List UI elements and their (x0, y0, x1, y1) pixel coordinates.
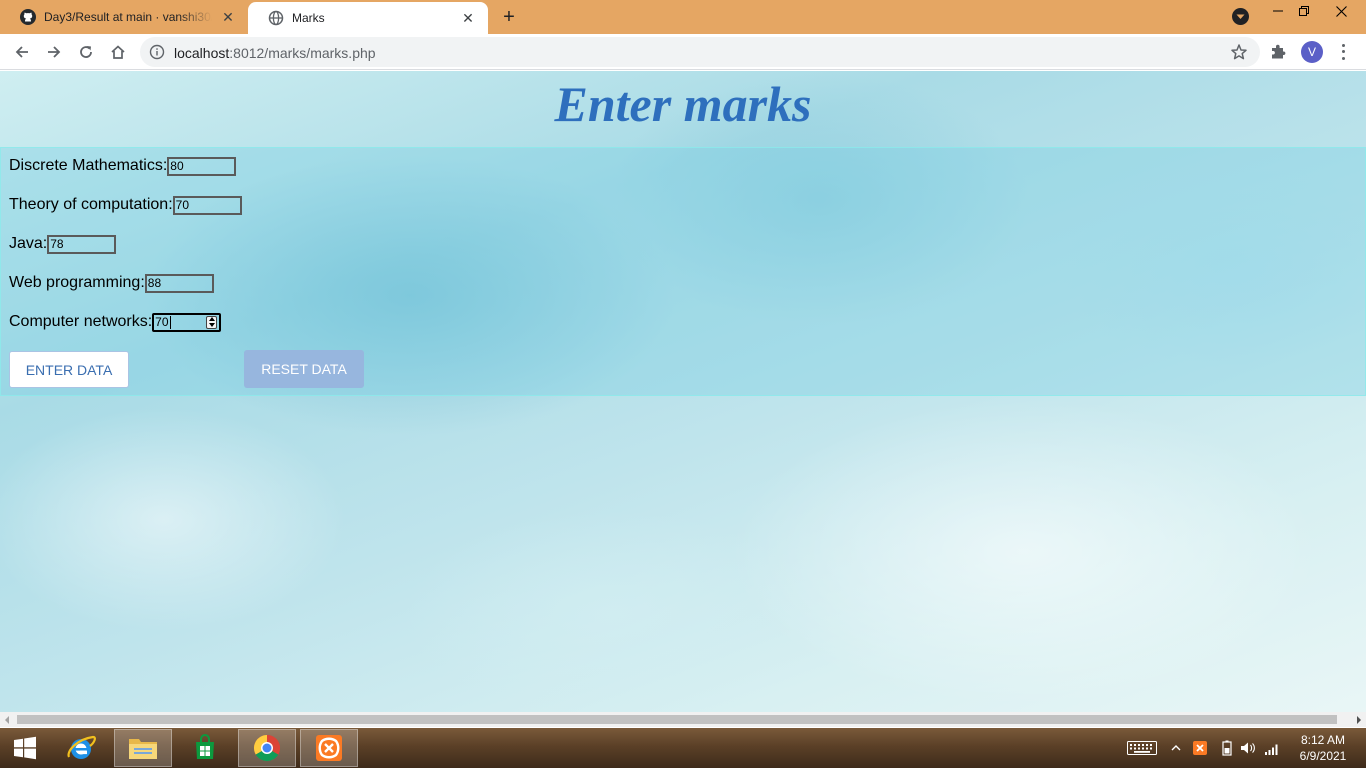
tab-marks[interactable]: Marks ✕ (248, 2, 488, 34)
input-value: 70 (155, 315, 169, 329)
battery-icon[interactable] (1220, 740, 1234, 756)
back-arrow-icon[interactable] (8, 38, 36, 66)
spin-up-icon[interactable] (208, 317, 215, 322)
url-text: localhost:8012/marks/marks.php (174, 45, 376, 61)
tab-title: Day3/Result at main · vanshi30/D (44, 10, 212, 24)
chrome-icon[interactable] (238, 729, 296, 767)
field-label: Computer networks: (9, 313, 153, 330)
java-input[interactable] (47, 234, 117, 254)
web-programming-input[interactable] (144, 273, 214, 293)
browser-toolbar: localhost:8012/marks/marks.php V (0, 34, 1366, 70)
extensions-puzzle-icon[interactable] (1268, 42, 1288, 62)
show-hidden-icons-chevron-icon[interactable] (1170, 740, 1182, 756)
start-icon[interactable] (0, 729, 50, 767)
volume-icon[interactable] (1240, 740, 1256, 756)
xampp-tray-icon[interactable] (1192, 740, 1208, 756)
url-path: :8012/marks/marks.php (229, 45, 376, 61)
file-explorer-icon[interactable] (114, 729, 172, 767)
scroll-left-icon[interactable] (5, 716, 9, 724)
field-label: Discrete Mathematics: (9, 157, 168, 174)
system-clock[interactable]: 8:12 AM 6/9/2021 (1288, 732, 1358, 764)
field-discrete-mathematics: Discrete Mathematics: (9, 156, 237, 176)
field-java: Java: (9, 234, 117, 254)
internet-explorer-icon[interactable] (52, 729, 110, 767)
network-signal-icon[interactable] (1263, 740, 1281, 756)
scrollbar-thumb[interactable] (17, 715, 1337, 724)
keyboard-icon[interactable] (1127, 740, 1157, 756)
field-label: Theory of computation: (9, 196, 173, 213)
tab-search-icon[interactable] (1232, 8, 1249, 25)
clock-time: 8:12 AM (1300, 733, 1346, 747)
theory-of-computation-input[interactable] (172, 195, 242, 215)
tab-strip: Day3/Result at main · vanshi30/D ✕ Marks… (0, 0, 1366, 34)
reload-icon[interactable] (72, 38, 100, 66)
page-content: Enter marks Discrete Mathematics: Theory… (0, 71, 1366, 712)
store-icon[interactable] (176, 729, 234, 767)
info-icon[interactable] (149, 44, 165, 60)
address-bar[interactable]: localhost:8012/marks/marks.php (140, 37, 1260, 67)
field-label: Java: (9, 235, 48, 252)
close-tab-icon[interactable]: ✕ (460, 10, 476, 26)
horizontal-scrollbar[interactable] (0, 712, 1366, 727)
marks-form: Discrete Mathematics: Theory of computat… (0, 147, 1366, 396)
scroll-right-icon[interactable] (1357, 716, 1361, 724)
tab-github[interactable]: Day3/Result at main · vanshi30/D ✕ (0, 0, 248, 34)
spin-down-icon[interactable] (208, 322, 215, 327)
close-window-icon[interactable] (1318, 0, 1364, 22)
computer-networks-input[interactable]: 70 (152, 312, 222, 332)
clock-date: 6/9/2021 (1299, 749, 1347, 763)
tab-title: Marks (292, 11, 325, 25)
profile-avatar[interactable]: V (1301, 41, 1323, 63)
github-icon (20, 9, 36, 25)
windows-taskbar: 8:12 AM 6/9/2021 (0, 728, 1366, 768)
number-spinner[interactable] (206, 315, 218, 329)
field-computer-networks: Computer networks: 70 (9, 312, 222, 332)
globe-icon (268, 10, 284, 26)
xampp-icon[interactable] (300, 729, 358, 767)
field-label: Web programming: (9, 274, 145, 291)
url-host: localhost (174, 45, 230, 61)
field-theory-of-computation: Theory of computation: (9, 195, 242, 215)
bookmark-star-icon[interactable] (1230, 43, 1248, 61)
field-web-programming: Web programming: (9, 273, 214, 293)
reset-data-button[interactable]: RESET DATA (244, 350, 364, 388)
page-title: Enter marks (554, 76, 812, 132)
text-caret (169, 315, 171, 329)
enter-data-button[interactable]: ENTER DATA (9, 351, 129, 388)
discrete-mathematics-input[interactable] (167, 156, 237, 176)
forward-arrow-icon[interactable] (40, 38, 68, 66)
close-tab-icon[interactable]: ✕ (220, 9, 236, 25)
new-tab-button[interactable]: + (498, 6, 520, 28)
more-menu-icon[interactable] (1336, 42, 1350, 62)
home-icon[interactable] (104, 38, 132, 66)
